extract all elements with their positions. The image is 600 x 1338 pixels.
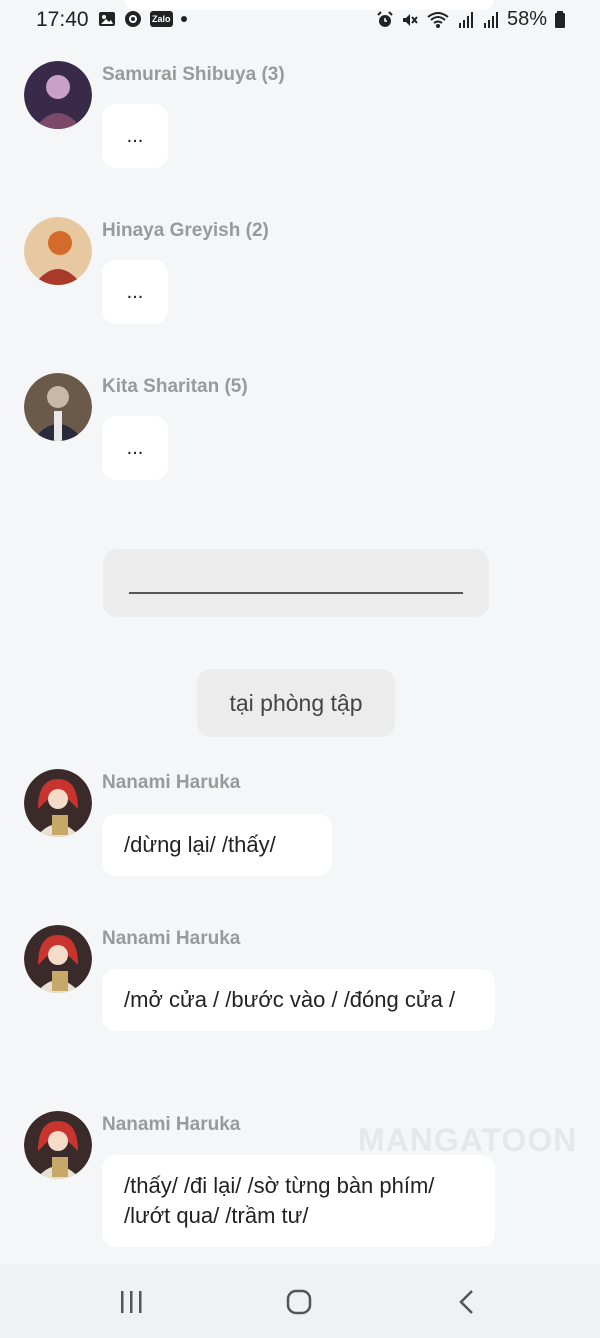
scene-label: tại phòng tập: [197, 669, 395, 737]
wifi-icon: [427, 11, 449, 28]
status-time: 17:40: [36, 8, 89, 31]
notification-dot: [180, 16, 187, 22]
sender-name: Hinaya Greyish (2): [102, 220, 269, 241]
avatar[interactable]: [24, 1111, 92, 1179]
message-bubble[interactable]: /dừng lại/ /thấy/: [102, 814, 332, 876]
blank-input-box: [103, 549, 489, 617]
back-icon[interactable]: [447, 1284, 487, 1320]
sender-name: Nanami Haruka: [102, 1114, 241, 1135]
message-bubble[interactable]: /thấy/ /đi lại/ /sờ từng bàn phím/ /lướt…: [102, 1155, 495, 1247]
battery-percent: 58%: [506, 8, 547, 30]
watermark: MANGATOON: [358, 1122, 578, 1158]
blank-line: [129, 592, 463, 594]
sender-name: Nanami Haruka: [102, 928, 241, 949]
message-bubble[interactable]: ...: [102, 104, 168, 168]
messenger-icon: [125, 11, 141, 27]
avatar[interactable]: [24, 769, 92, 837]
message-bubble[interactable]: ...: [102, 260, 168, 324]
avatar[interactable]: [24, 61, 92, 129]
alarm-icon: [377, 10, 393, 27]
message-bubble[interactable]: /mở cửa / /bước vào / /đóng cửa /: [102, 969, 495, 1031]
mute-icon: [402, 13, 418, 26]
message-bubble[interactable]: ...: [102, 416, 168, 480]
sender-name: Nanami Haruka: [102, 772, 241, 793]
gallery-icon: [99, 12, 115, 26]
avatar[interactable]: [24, 925, 92, 993]
sender-name: Kita Sharitan (5): [102, 376, 248, 397]
signal-icon: [483, 11, 498, 28]
signal-icon: [458, 11, 473, 28]
battery-icon: [555, 10, 565, 28]
home-icon[interactable]: [279, 1284, 319, 1320]
navigation-bar: [0, 1264, 600, 1338]
recent-apps-icon[interactable]: [111, 1284, 151, 1320]
avatar[interactable]: [24, 217, 92, 285]
zalo-icon: Zalo: [150, 11, 173, 27]
status-bar: 17:40 Zalo 58%: [0, 0, 600, 40]
avatar[interactable]: [24, 373, 92, 441]
sender-name: Samurai Shibuya (3): [102, 64, 285, 85]
